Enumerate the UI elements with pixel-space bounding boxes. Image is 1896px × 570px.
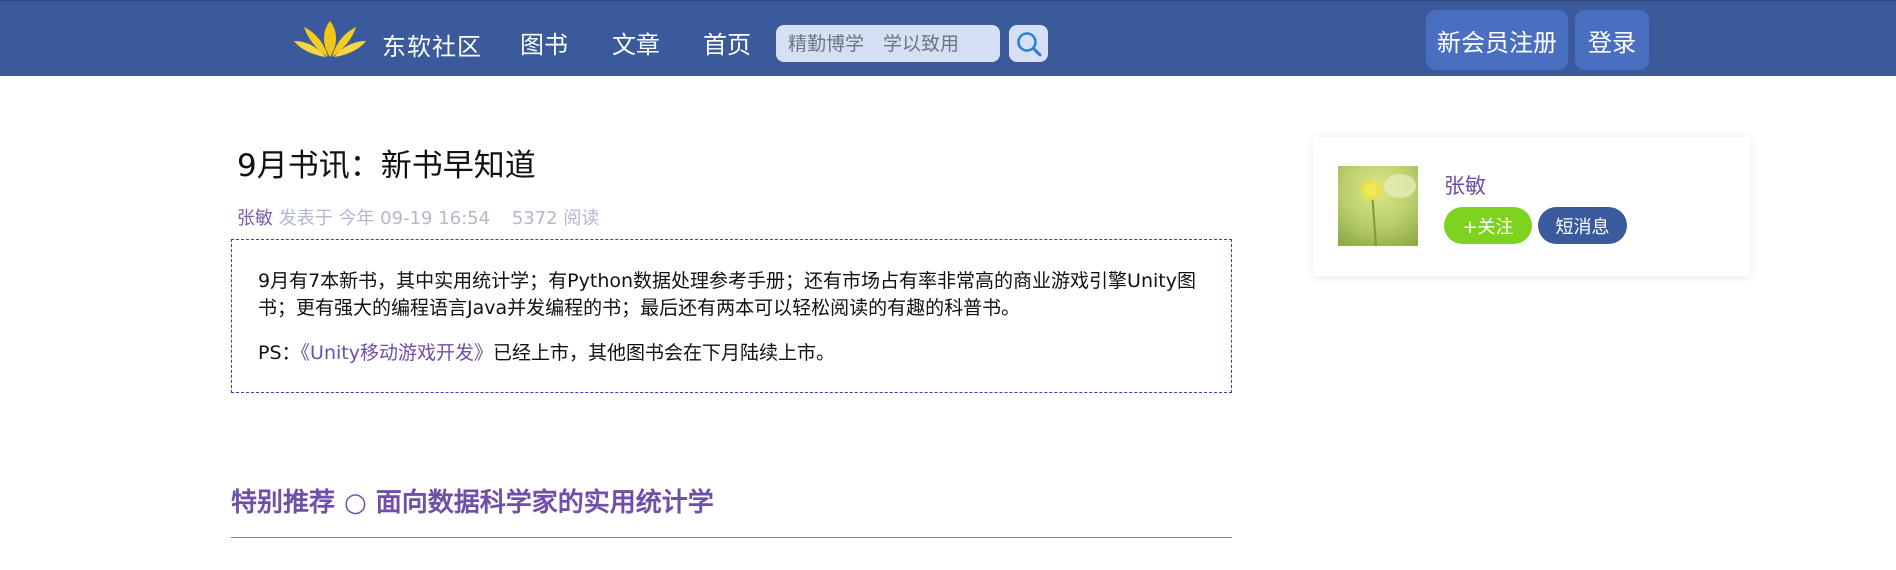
nav-home[interactable]: 首页 bbox=[703, 25, 751, 60]
nav-articles[interactable]: 文章 bbox=[612, 25, 660, 60]
login-button[interactable]: 登录 bbox=[1575, 10, 1649, 70]
author-card: 张敏 +关注 短消息 bbox=[1313, 137, 1750, 276]
post-time: 发表于 今年 09-19 16:54 bbox=[278, 208, 491, 229]
search-button[interactable] bbox=[1009, 25, 1048, 62]
lotus-logo-icon[interactable] bbox=[292, 19, 368, 59]
article-title: 9月书讯：新书早知道 bbox=[237, 148, 536, 184]
nav-books[interactable]: 图书 bbox=[520, 25, 568, 60]
view-count: 5372 阅读 bbox=[511, 208, 600, 229]
article-intro-box: 9月有7本新书，其中实用统计学；有Python数据处理参考手册；还有市场占有率非… bbox=[231, 239, 1232, 393]
follow-button[interactable]: +关注 bbox=[1444, 207, 1532, 244]
avatar[interactable] bbox=[1338, 166, 1418, 246]
search-input[interactable] bbox=[776, 25, 1000, 62]
author-link[interactable]: 张敏 bbox=[237, 208, 273, 229]
message-button[interactable]: 短消息 bbox=[1538, 207, 1627, 244]
top-nav-bar: 东软社区 图书 文章 首页 新会员注册 登录 bbox=[0, 0, 1896, 76]
search-icon bbox=[1016, 31, 1041, 56]
ps-paragraph: PS：《Unity移动游戏开发》已经上市，其他图书会在下月陆续上市。 bbox=[258, 340, 1205, 367]
card-author-name[interactable]: 张敏 bbox=[1444, 170, 1486, 200]
brand-name[interactable]: 东软社区 bbox=[382, 27, 482, 62]
article-meta: 张敏 发表于 今年 09-19 16:54 5372 阅读 bbox=[237, 204, 599, 230]
section-divider bbox=[231, 537, 1232, 538]
register-button[interactable]: 新会员注册 bbox=[1426, 10, 1568, 70]
intro-paragraph: 9月有7本新书，其中实用统计学；有Python数据处理参考手册；还有市场占有率非… bbox=[258, 270, 1196, 319]
section-heading: 特别推荐 ○ 面向数据科学家的实用统计学 bbox=[231, 488, 714, 518]
ps-suffix: 已经上市，其他图书会在下月陆续上市。 bbox=[492, 342, 835, 364]
ps-prefix: PS： bbox=[258, 342, 301, 364]
book-link-unity[interactable]: 《Unity移动游戏开发》 bbox=[301, 342, 493, 364]
